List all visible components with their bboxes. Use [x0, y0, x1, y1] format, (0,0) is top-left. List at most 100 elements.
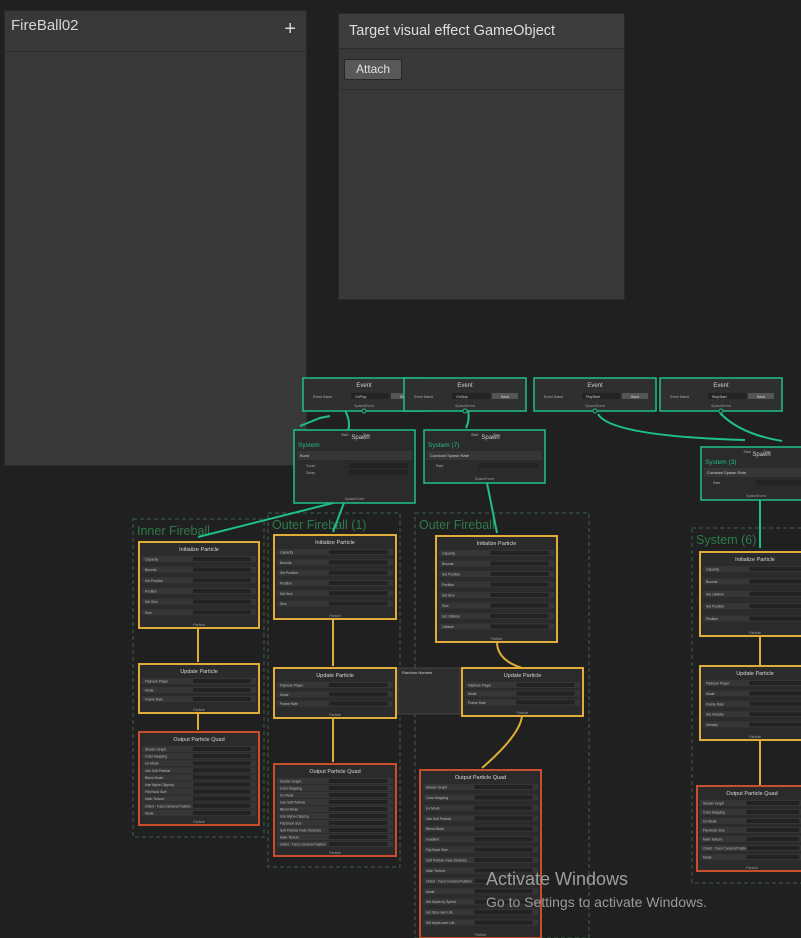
s6-output-row-field-5[interactable] — [746, 846, 800, 850]
outer-output-row-label-12: Set Size over Life — [426, 911, 453, 915]
outer-output-row-field-2[interactable] — [474, 805, 533, 810]
s6-update-row-field-4[interactable] — [749, 722, 801, 727]
outer-output-row-field-1[interactable] — [474, 795, 533, 800]
outer1-output-row-field-0[interactable] — [328, 779, 388, 783]
s6-output-row-field-6[interactable] — [746, 855, 800, 859]
outer-output-row-field-13[interactable] — [474, 920, 533, 925]
s6-output-row-field-3[interactable] — [746, 828, 800, 832]
event-output-port-0[interactable] — [361, 408, 367, 414]
outer-update-row-field-0[interactable] — [516, 683, 575, 687]
inner-initialize-row-field-2[interactable] — [193, 578, 251, 583]
inner-output-row-field-5[interactable] — [193, 782, 251, 787]
outer-output-row-field-4[interactable] — [474, 826, 533, 831]
event-output-port-2[interactable] — [592, 408, 598, 414]
s6-update-row-field-3[interactable] — [749, 712, 801, 717]
outer-update-row-field-1[interactable] — [516, 691, 575, 696]
outer-initialize-row-label-7: Lifetime — [442, 625, 454, 629]
outer1-output-row-field-8[interactable] — [328, 835, 388, 839]
inner-update-row-field-2[interactable] — [193, 697, 251, 701]
inner-initialize-row-field-0[interactable] — [193, 557, 251, 561]
inner-initialize-row-field-1[interactable] — [193, 567, 251, 572]
s6-output-row-field-0[interactable] — [746, 801, 800, 805]
spawn-row-field-0-1[interactable] — [349, 470, 408, 475]
outer-initialize-row-field-7[interactable] — [490, 624, 549, 629]
outer1-output-row-field-2[interactable] — [328, 793, 388, 797]
inner-output-row-field-2[interactable] — [193, 761, 251, 766]
outer-output-row-field-3[interactable] — [474, 816, 533, 821]
inner-output-row-field-0[interactable] — [193, 747, 251, 751]
outer1-update-row-label-2: Frame Rate — [280, 702, 298, 706]
outer-output-row-field-5[interactable] — [474, 837, 533, 842]
outer1-initialize-row-field-3[interactable] — [328, 581, 388, 585]
spawn-row-field-1-0[interactable] — [479, 463, 538, 468]
s6-initialize-row-field-1[interactable] — [749, 579, 801, 584]
outer-initialize-row-field-2[interactable] — [490, 572, 549, 576]
inner-output-row-field-1[interactable] — [193, 754, 251, 759]
inner-output-row-field-4[interactable] — [193, 775, 251, 780]
inner-output-row-field-7[interactable] — [193, 796, 251, 801]
outer1-initialize-row-field-2[interactable] — [328, 570, 388, 575]
inner-update-row-field-0[interactable] — [193, 679, 251, 683]
outer-initialize-row-field-1[interactable] — [490, 561, 549, 566]
inner-initialize-row-field-4[interactable] — [193, 599, 251, 604]
spawn-title-1: Spawn — [481, 435, 499, 441]
outer1-output-row-field-5[interactable] — [328, 814, 388, 818]
s6-update-row-field-1[interactable] — [749, 691, 801, 696]
event-port-3: SpawnEvent — [711, 404, 731, 408]
outer1-output-row-label-1: Color Mapping — [280, 787, 302, 791]
s6-initialize-row-field-4[interactable] — [749, 616, 801, 621]
outer1-output-row-field-3[interactable] — [328, 800, 388, 804]
spawn-row-field-0-0[interactable] — [349, 463, 408, 468]
outer1-output-row-field-6[interactable] — [328, 821, 388, 825]
outer1-initialize-row-field-5[interactable] — [328, 601, 388, 606]
s6-output-row-field-4[interactable] — [746, 837, 800, 841]
outer-output-row-field-7[interactable] — [474, 858, 533, 862]
outer-initialize-row-field-4[interactable] — [490, 593, 549, 597]
s6-initialize-row-field-3[interactable] — [749, 604, 801, 609]
outer1-update-row-field-2[interactable] — [328, 701, 388, 706]
event-port-0: SpawnEvent — [354, 404, 374, 408]
outer1-output-row-field-4[interactable] — [328, 807, 388, 811]
inner-output-row-field-6[interactable] — [193, 789, 251, 794]
inner-output-row-label-1: Color Mapping — [145, 755, 167, 759]
outer1-update-row-field-0[interactable] — [328, 683, 388, 687]
outer1-output-row-label-7: Soft Particle Fade Distance — [280, 829, 321, 833]
s6-update-row-field-2[interactable] — [749, 701, 801, 706]
outer1-output-row-field-9[interactable] — [328, 842, 388, 846]
outer1-initialize-row-field-4[interactable] — [328, 591, 388, 596]
s6-update-port: Particle — [749, 735, 761, 739]
vfx-graph-canvas[interactable]: Inner Fireball Outer Fireball (1) Outer Fi… — [0, 0, 801, 938]
outer-output-row-field-6[interactable] — [474, 847, 533, 852]
outer-initialize-row-field-3[interactable] — [490, 582, 549, 587]
outer1-update-port: Particle — [329, 713, 341, 717]
s6-initialize-row-field-2[interactable] — [749, 591, 801, 596]
outer1-update-row-field-1[interactable] — [328, 692, 388, 697]
outer-output-row-field-0[interactable] — [474, 785, 533, 789]
outer-update-row-field-2[interactable] — [516, 700, 575, 705]
inner-initialize-row-field-3[interactable] — [193, 589, 251, 593]
outer1-initialize-row-field-1[interactable] — [328, 560, 388, 565]
s6-initialize-row-field-0[interactable] — [749, 567, 801, 571]
outer-initialize-row-field-0[interactable] — [490, 551, 549, 555]
outer-output-row-field-12[interactable] — [474, 910, 533, 915]
inner-output-row-label-5: Use Alpha Clipping — [145, 783, 174, 787]
event-output-port-1[interactable] — [462, 408, 468, 414]
spawn-block-0[interactable] — [297, 451, 412, 460]
inner-output-row-field-9[interactable] — [193, 810, 251, 815]
s6-output-row-field-2[interactable] — [746, 819, 800, 823]
outer1-output-row-field-7[interactable] — [328, 828, 388, 832]
s6-update-row-field-0[interactable] — [749, 681, 801, 685]
event-output-port-3[interactable] — [718, 408, 724, 414]
event-field-label-1: Event Name — [414, 395, 433, 399]
outer1-initialize-row-field-0[interactable] — [328, 550, 388, 554]
s6-output-row-field-1[interactable] — [746, 810, 800, 814]
inner-output-row-field-3[interactable] — [193, 768, 251, 773]
inner-output-row-field-8[interactable] — [193, 803, 251, 808]
inner-initialize-row-field-5[interactable] — [193, 610, 251, 615]
outer1-output-row-field-1[interactable] — [328, 786, 388, 790]
spawn-block-label-2: Constant Spawn Rate — [707, 470, 747, 475]
outer-initialize-row-field-6[interactable] — [490, 614, 549, 618]
outer-initialize-row-field-5[interactable] — [490, 603, 549, 608]
inner-update-row-field-1[interactable] — [193, 688, 251, 692]
spawn-row-field-2-0[interactable] — [756, 480, 801, 485]
